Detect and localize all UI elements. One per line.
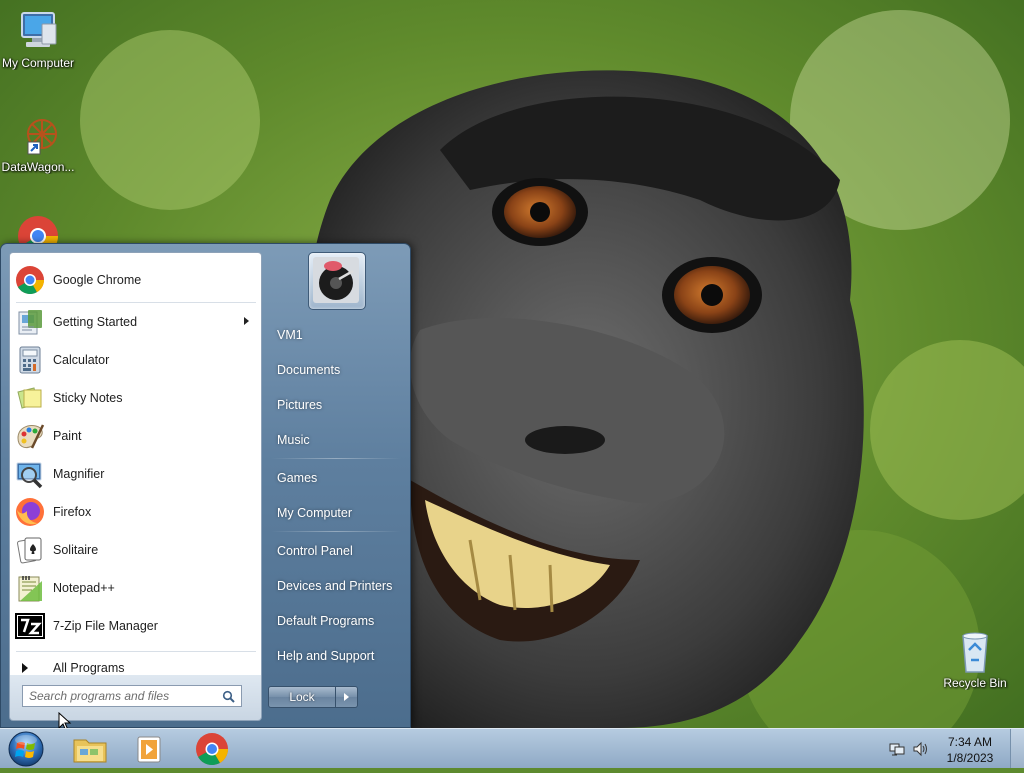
user-account-picture[interactable] <box>308 252 366 310</box>
show-desktop-button[interactable] <box>1010 729 1024 768</box>
start-link-documents[interactable]: Documents <box>269 355 403 385</box>
seven-zip-icon <box>14 610 46 642</box>
desktop-icon-datawagon[interactable]: DataWagon... <box>0 114 80 174</box>
start-link-games[interactable]: Games <box>269 463 403 493</box>
system-clock[interactable]: 7:34 AM 1/8/2023 <box>930 734 1010 766</box>
start-link-devices-and-printers[interactable]: Devices and Printers <box>269 571 403 601</box>
program-sticky-notes[interactable]: Sticky Notes <box>12 380 259 416</box>
search-input[interactable]: Search programs and files <box>22 685 242 707</box>
google-chrome-icon <box>14 264 46 296</box>
program-label: Sticky Notes <box>53 391 123 405</box>
all-programs-separator <box>16 651 256 652</box>
start-link-my-computer[interactable]: My Computer <box>269 498 403 528</box>
start-search-area: Search programs and files <box>9 675 262 721</box>
solitaire-icon <box>14 534 46 566</box>
media-player-icon <box>137 736 161 763</box>
program-label: Google Chrome <box>53 273 142 287</box>
desktop-icon-label: DataWagon... <box>1 160 75 174</box>
program-label: Magnifier <box>53 467 105 481</box>
firefox-icon <box>14 496 46 528</box>
desktop-icon-label: My Computer <box>1 56 75 70</box>
program-label: 7-Zip File Manager <box>53 619 158 633</box>
start-menu: Google Chrome Getting Started Calculator… <box>0 243 411 728</box>
lock-button[interactable]: Lock <box>268 686 336 708</box>
start-link-music[interactable]: Music <box>269 425 403 455</box>
program-label: Getting Started <box>53 315 138 329</box>
network-icon[interactable] <box>889 741 905 757</box>
getting-started-icon <box>14 306 46 338</box>
right-pane-separator <box>271 531 401 532</box>
start-link-pictures[interactable]: Pictures <box>269 390 403 420</box>
start-menu-programs-pane: Google Chrome Getting Started Calculator… <box>9 252 262 676</box>
desktop-icon-label: Recycle Bin <box>943 676 1007 690</box>
program-calculator[interactable]: Calculator <box>12 342 259 378</box>
start-link-control-panel[interactable]: Control Panel <box>269 536 403 566</box>
calculator-icon <box>14 344 46 376</box>
start-button[interactable] <box>6 730 46 768</box>
notepad-plus-plus-icon <box>14 572 46 604</box>
program-label: Notepad++ <box>53 581 115 595</box>
submenu-arrow-icon <box>244 317 249 325</box>
all-programs-label: All Programs <box>53 661 125 675</box>
program-label: Calculator <box>53 353 110 367</box>
datawagon-shortcut-icon <box>14 114 62 158</box>
google-chrome-icon <box>196 733 229 766</box>
clock-time: 7:34 AM <box>947 735 993 749</box>
search-placeholder: Search programs and files <box>29 689 170 703</box>
magnifier-icon <box>14 458 46 490</box>
programs-separator <box>16 302 256 303</box>
program-solitaire[interactable]: Solitaire <box>12 532 259 568</box>
volume-icon[interactable] <box>912 741 930 757</box>
desktop-icon-my-computer[interactable]: My Computer <box>0 10 80 70</box>
shutdown-options-button[interactable] <box>336 686 358 708</box>
program-firefox[interactable]: Firefox <box>12 494 259 530</box>
start-link-user-folder[interactable]: VM1 <box>269 320 403 350</box>
taskbar-windows-explorer[interactable] <box>62 731 118 767</box>
expand-arrow-icon <box>22 663 28 673</box>
program-label: Firefox <box>53 505 92 519</box>
google-chrome-icon <box>14 212 62 246</box>
taskbar: 7:34 AM 1/8/2023 <box>0 728 1024 768</box>
windows-logo-icon <box>8 731 44 767</box>
program-7-zip[interactable]: 7-Zip File Manager <box>12 608 259 644</box>
program-paint[interactable]: Paint <box>12 418 259 454</box>
taskbar-media-player[interactable] <box>122 731 178 767</box>
start-link-help-and-support[interactable]: Help and Support <box>269 641 403 671</box>
desktop-icon-recycle-bin[interactable]: Recycle Bin <box>933 630 1017 690</box>
recycle-bin-icon <box>951 630 999 674</box>
program-magnifier[interactable]: Magnifier <box>12 456 259 492</box>
windows-explorer-icon <box>73 739 107 763</box>
taskbar-google-chrome[interactable] <box>184 731 240 767</box>
program-label: Solitaire <box>53 543 99 557</box>
computer-icon <box>14 10 62 54</box>
start-link-default-programs[interactable]: Default Programs <box>269 606 403 636</box>
search-icon[interactable] <box>222 690 235 706</box>
sticky-notes-icon <box>14 382 46 414</box>
right-pane-separator <box>271 458 401 459</box>
program-getting-started[interactable]: Getting Started <box>12 304 259 340</box>
program-label: Paint <box>53 429 82 443</box>
clock-date: 1/8/2023 <box>946 751 994 765</box>
program-notepad-plus-plus[interactable]: Notepad++ <box>12 570 259 606</box>
program-google-chrome[interactable]: Google Chrome <box>12 262 259 298</box>
desktop-icon-google-chrome[interactable] <box>0 212 80 246</box>
paint-icon <box>14 420 46 452</box>
